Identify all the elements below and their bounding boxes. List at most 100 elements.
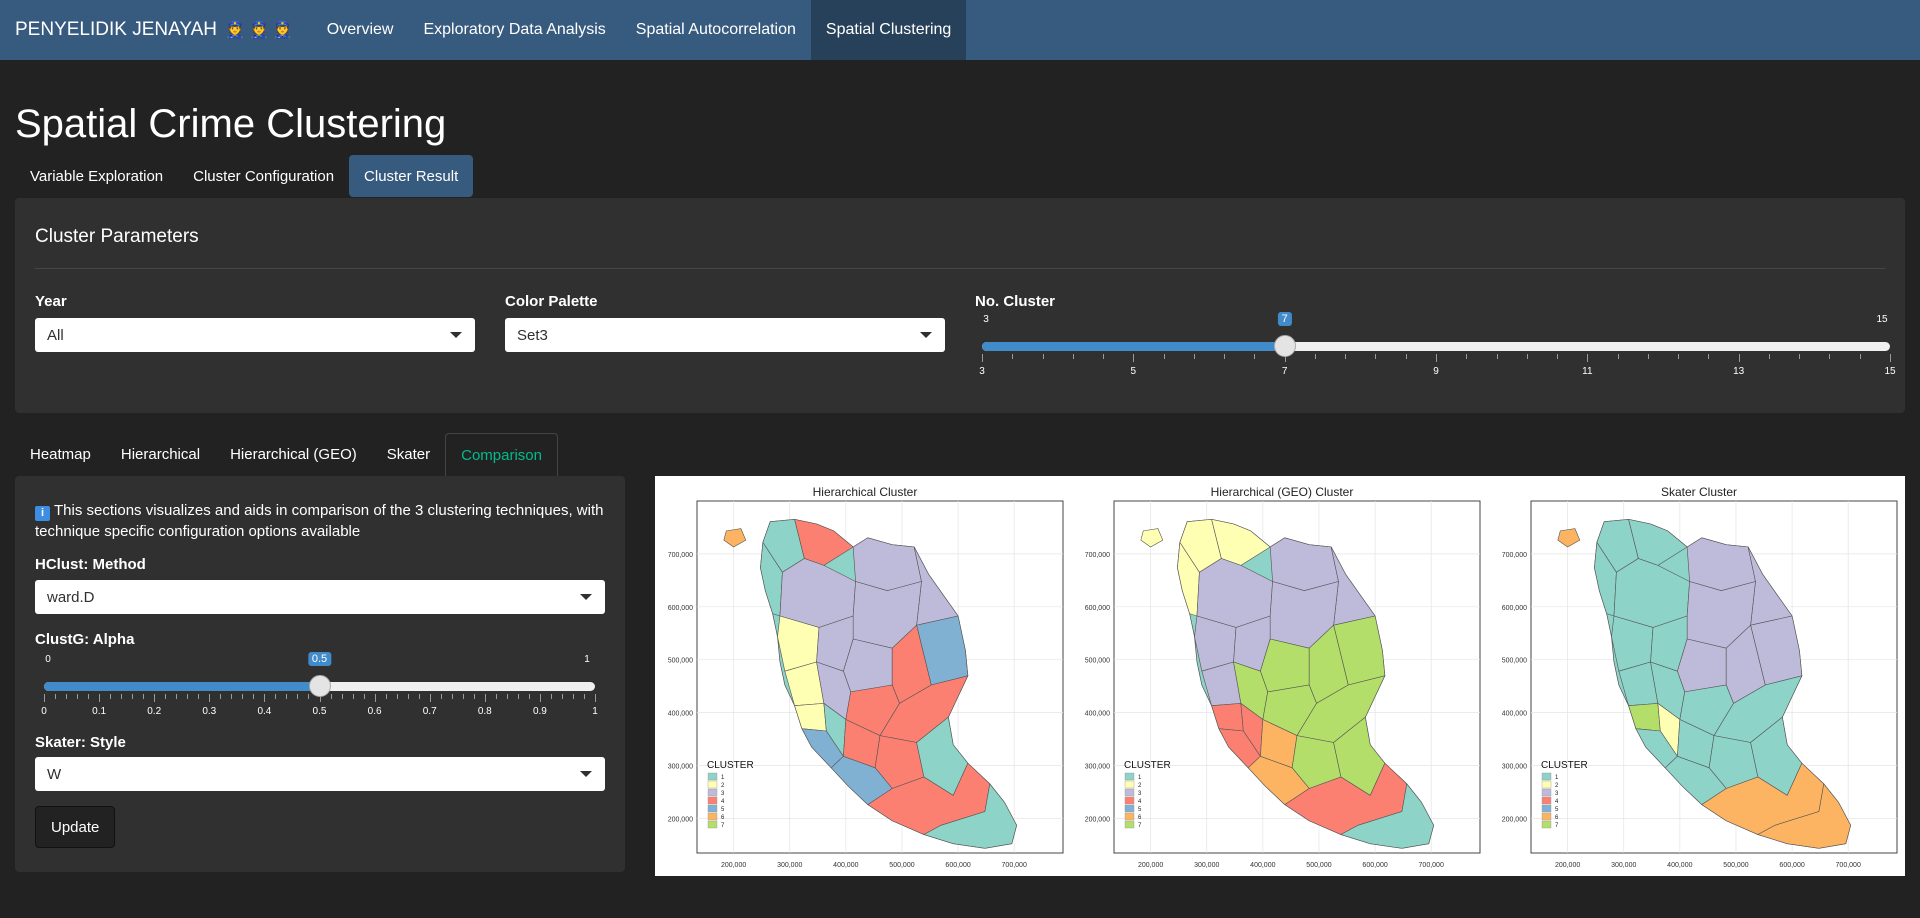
- x-tick-label: 300,000: [1194, 862, 1219, 869]
- slider-tick: [297, 694, 299, 699]
- legend-swatch: [1124, 804, 1135, 813]
- slider-tick: [1768, 354, 1770, 359]
- hclust-select[interactable]: ward.D: [35, 580, 605, 614]
- slider-tick: [286, 694, 288, 699]
- slider-tick: [484, 694, 486, 702]
- page-title: Spatial Crime Clustering: [15, 102, 447, 146]
- caret-down-icon: [580, 771, 592, 777]
- legend-swatch: [1124, 796, 1135, 805]
- legend-swatch: [1541, 788, 1552, 797]
- x-tick-label: 600,000: [1362, 862, 1387, 869]
- slider-tick-label: 7: [1281, 366, 1288, 377]
- slider-tick: [1708, 354, 1710, 359]
- legend-swatch: [1124, 788, 1135, 797]
- x-tick-label: 500,000: [889, 862, 914, 869]
- slider-tick: [66, 694, 68, 699]
- y-tick-label: 400,000: [1502, 711, 1527, 718]
- x-tick-label: 200,000: [1138, 862, 1163, 869]
- slider-tick-label: 13: [1733, 366, 1745, 377]
- skater-label: Skater: Style: [35, 734, 126, 751]
- nav-eda[interactable]: Exploratory Data Analysis: [408, 0, 620, 60]
- x-tick-label: 500,000: [1723, 862, 1748, 869]
- slider-fill: [982, 342, 1285, 351]
- y-tick-label: 500,000: [1085, 658, 1110, 665]
- slider-tick-label: 0.2: [147, 706, 162, 717]
- slider-tick-label: 0.8: [477, 706, 492, 717]
- ncluster-label: No. Cluster: [975, 293, 1056, 310]
- slider-tick: [220, 694, 222, 699]
- nav-overview[interactable]: Overview: [312, 0, 409, 60]
- x-tick-label: 400,000: [1250, 862, 1275, 869]
- y-tick-label: 700,000: [1085, 552, 1110, 559]
- slider-tick: [363, 694, 365, 699]
- tab-skater[interactable]: Skater: [372, 433, 445, 475]
- slider-tick: [517, 694, 519, 699]
- slider-tick-label: 0.1: [92, 706, 107, 717]
- slider-min: 0: [45, 654, 51, 665]
- tab-cluster-configuration[interactable]: Cluster Configuration: [178, 155, 349, 197]
- legend-swatch: [1541, 772, 1552, 781]
- update-button[interactable]: Update: [35, 806, 116, 848]
- slider-tick: [1738, 354, 1740, 362]
- slider-tick: [473, 694, 475, 699]
- slider-tick: [198, 694, 200, 699]
- slider-value: 0.5: [307, 652, 332, 666]
- y-tick-label: 400,000: [668, 711, 693, 718]
- slider-handle[interactable]: [308, 675, 331, 697]
- slider-tick-label: 0.4: [257, 706, 272, 717]
- police-officer-icon: 👮👮👮: [225, 22, 297, 39]
- tab-hierarchical[interactable]: Hierarchical: [106, 433, 215, 475]
- district-region: [1260, 638, 1310, 693]
- slider-tick: [595, 694, 596, 702]
- comparison-maps: Hierarchical Cluster 700,000 600,000 500,00…: [655, 476, 1905, 876]
- slider-tick: [1345, 354, 1347, 359]
- tab-heatmap[interactable]: Heatmap: [15, 433, 106, 475]
- slider-max: 15: [1876, 314, 1888, 325]
- legend-title: CLUSTER: [1124, 760, 1171, 771]
- alpha-label: ClustG: Alpha: [35, 631, 135, 648]
- slider-tick: [1526, 354, 1528, 359]
- slider-tick: [1375, 354, 1377, 359]
- slider-tick: [539, 694, 541, 702]
- slider-tick: [154, 694, 156, 702]
- nav-spatial-clustering[interactable]: Spatial Clustering: [810, 0, 967, 60]
- brand[interactable]: PENYELIDIK JENAYAH 👮👮👮: [0, 0, 312, 60]
- slider-tick-label: 0.6: [367, 706, 382, 717]
- palette-select[interactable]: Set3: [505, 318, 945, 352]
- year-label: Year: [35, 293, 67, 310]
- slider-tick: [1890, 354, 1891, 362]
- district-region: [1677, 638, 1727, 693]
- year-select[interactable]: All: [35, 318, 475, 352]
- skater-select[interactable]: W: [35, 757, 605, 791]
- slider-tick: [121, 694, 123, 699]
- legend-swatch: [707, 788, 718, 797]
- x-tick-label: 300,000: [777, 862, 802, 869]
- x-tick-label: 200,000: [721, 862, 746, 869]
- legend-swatch: [1541, 780, 1552, 789]
- legend-swatch: [1541, 796, 1552, 805]
- x-tick-label: 700,000: [1419, 862, 1444, 869]
- tab-comparison[interactable]: Comparison: [445, 433, 558, 476]
- slider-tick: [308, 694, 310, 699]
- tab-hierarchical-geo[interactable]: Hierarchical (GEO): [215, 433, 372, 475]
- slider-tick-label: 0.9: [532, 706, 547, 717]
- divider: [35, 268, 1885, 269]
- x-tick-label: 600,000: [1779, 862, 1804, 869]
- slider-tick: [242, 694, 244, 699]
- slider-tick-label: 0.5: [312, 706, 327, 717]
- x-tick-label: 400,000: [833, 862, 858, 869]
- map-title: Hierarchical (GEO) Cluster: [1211, 485, 1354, 499]
- y-tick-label: 600,000: [1085, 605, 1110, 612]
- comparison-sidebar: i This sections visualizes and aids in co…: [15, 476, 625, 872]
- slider-handle[interactable]: [1273, 335, 1296, 357]
- nav-spatial-autocorrelation[interactable]: Spatial Autocorrelation: [621, 0, 811, 60]
- slider-tick: [110, 694, 112, 699]
- y-tick-label: 300,000: [1502, 764, 1527, 771]
- slider-tick: [1193, 354, 1195, 359]
- y-tick-label: 700,000: [668, 552, 693, 559]
- slider-tick: [1466, 354, 1468, 359]
- tab-cluster-result[interactable]: Cluster Result: [349, 155, 474, 197]
- tab-variable-exploration[interactable]: Variable Exploration: [15, 155, 178, 197]
- slider-tick: [385, 694, 387, 699]
- slider-tick: [1436, 354, 1437, 362]
